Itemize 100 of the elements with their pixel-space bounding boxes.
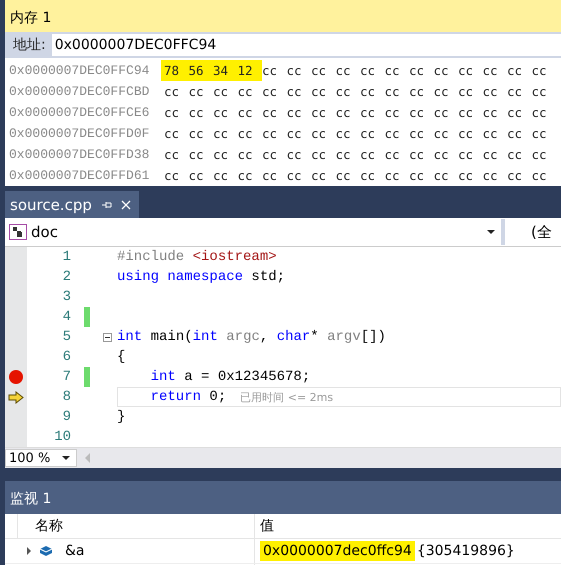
line-number: 7	[62, 369, 71, 385]
memory-byte: cc	[360, 126, 376, 141]
memory-address: 0x0000007DEC0FFC94	[8, 63, 150, 78]
memory-byte: cc	[311, 84, 328, 99]
file-tab[interactable]: source.cpp	[5, 191, 139, 218]
memory-byte: cc	[409, 168, 426, 183]
panel-title: 内存 1	[5, 0, 561, 32]
memory-byte: cc	[238, 105, 254, 120]
memory-byte: cc	[262, 168, 278, 183]
line-number: 10	[53, 429, 71, 445]
memory-byte: cc	[262, 126, 278, 141]
memory-byte: cc	[360, 63, 376, 78]
memory-byte: cc	[336, 126, 352, 141]
memory-address: 0x0000007DEC0FFD61	[8, 168, 150, 183]
memory-byte: cc	[409, 105, 426, 120]
line-number: 2	[62, 269, 71, 285]
line-number: 1	[62, 249, 71, 265]
memory-byte: cc	[458, 84, 474, 99]
class-icon	[9, 224, 27, 240]
memory-byte: cc	[434, 105, 450, 120]
memory-byte: cc	[507, 105, 524, 120]
variable-value: 0x0000007dec0ffc94	[260, 541, 415, 561]
breakpoint-icon[interactable]	[9, 370, 23, 384]
memory-byte: cc	[164, 84, 180, 99]
memory-byte: cc	[458, 105, 474, 120]
zoom-dropdown[interactable]: 100 %	[5, 449, 77, 467]
code-line: return 0;	[150, 389, 226, 405]
column-header[interactable]: 名称	[17, 514, 255, 538]
memory-byte: cc	[213, 147, 230, 162]
memory-byte: cc	[507, 168, 524, 183]
memory-byte: cc	[360, 84, 376, 99]
code-line: #include <iostream>	[117, 249, 277, 265]
memory-byte: cc	[311, 63, 328, 78]
memory-byte: cc	[262, 63, 278, 78]
memory-byte: cc	[336, 168, 352, 183]
memory-byte: cc	[409, 63, 426, 78]
memory-byte: cc	[384, 105, 401, 120]
memory-address: 0x0000007DEC0FFD38	[8, 147, 150, 162]
memory-address: 0x0000007DEC0FFD0F	[8, 126, 150, 141]
caret-icon	[487, 230, 495, 234]
memory-byte: cc	[532, 147, 548, 162]
expand-icon[interactable]	[27, 547, 31, 555]
memory-byte: cc	[482, 84, 499, 99]
line-number: 9	[62, 409, 71, 425]
code-line: using namespace std;	[117, 269, 286, 285]
memory-byte: cc	[286, 63, 303, 78]
scope-dropdown[interactable]: (全	[505, 222, 552, 242]
collapse-icon[interactable]	[103, 332, 112, 342]
memory-byte: cc	[336, 105, 352, 120]
memory-byte: cc	[164, 105, 180, 120]
memory-byte: cc	[507, 126, 524, 141]
memory-byte: cc	[458, 126, 474, 141]
value-detail: {305419896}	[416, 543, 515, 559]
memory-byte: cc	[238, 126, 254, 141]
memory-byte: cc	[434, 84, 450, 99]
memory-byte: cc	[384, 147, 401, 162]
memory-byte: cc	[238, 147, 254, 162]
panel-title: 监视 1	[5, 481, 561, 514]
memory-byte: cc	[360, 147, 376, 162]
line-number: 8	[62, 389, 71, 405]
memory-byte: cc	[286, 126, 303, 141]
memory-byte: cc	[482, 147, 499, 162]
memory-byte: cc	[238, 84, 254, 99]
memory-byte: cc	[384, 84, 401, 99]
memory-byte: cc	[360, 168, 376, 183]
memory-byte: cc	[164, 126, 180, 141]
line-number: 6	[62, 349, 71, 365]
line-number: 5	[62, 329, 71, 345]
code-line: int main(int argc, char* argv[])	[117, 329, 386, 345]
memory-byte: cc	[434, 147, 450, 162]
memory-byte: cc	[336, 147, 352, 162]
code-line: int a = 0x12345678;	[150, 369, 310, 385]
memory-byte: cc	[360, 105, 376, 120]
line-number: 4	[62, 309, 71, 325]
memory-byte: cc	[532, 84, 548, 99]
memory-byte: cc	[434, 168, 450, 183]
pin-icon[interactable]	[100, 200, 112, 210]
memory-byte: cc	[164, 168, 180, 183]
code-line: {	[117, 349, 126, 365]
memory-byte: cc	[482, 168, 499, 183]
memory-byte: cc	[482, 63, 499, 78]
memory-byte: cc	[286, 84, 303, 99]
memory-byte: cc	[286, 168, 303, 183]
close-icon[interactable]	[120, 200, 131, 210]
memory-byte: cc	[384, 126, 401, 141]
memory-byte: cc	[286, 105, 303, 120]
memory-byte: cc	[188, 126, 205, 141]
memory-byte: cc	[164, 147, 180, 162]
memory-byte: cc	[262, 84, 278, 99]
column-header[interactable]: 值	[255, 514, 274, 538]
memory-byte: cc	[434, 63, 450, 78]
memory-byte: cc	[188, 168, 205, 183]
memory-byte: cc	[409, 126, 426, 141]
memory-address: 0x0000007DEC0FFCE6	[8, 105, 150, 120]
address-label: 地址:	[13, 36, 46, 54]
highlighted-bytes: 78 56 34 12	[161, 60, 262, 81]
memory-byte: cc	[434, 126, 450, 141]
memory-byte: cc	[482, 105, 499, 120]
address-field[interactable]: 0x0000007DEC0FFC94	[52, 34, 561, 56]
memory-byte: cc	[507, 63, 524, 78]
